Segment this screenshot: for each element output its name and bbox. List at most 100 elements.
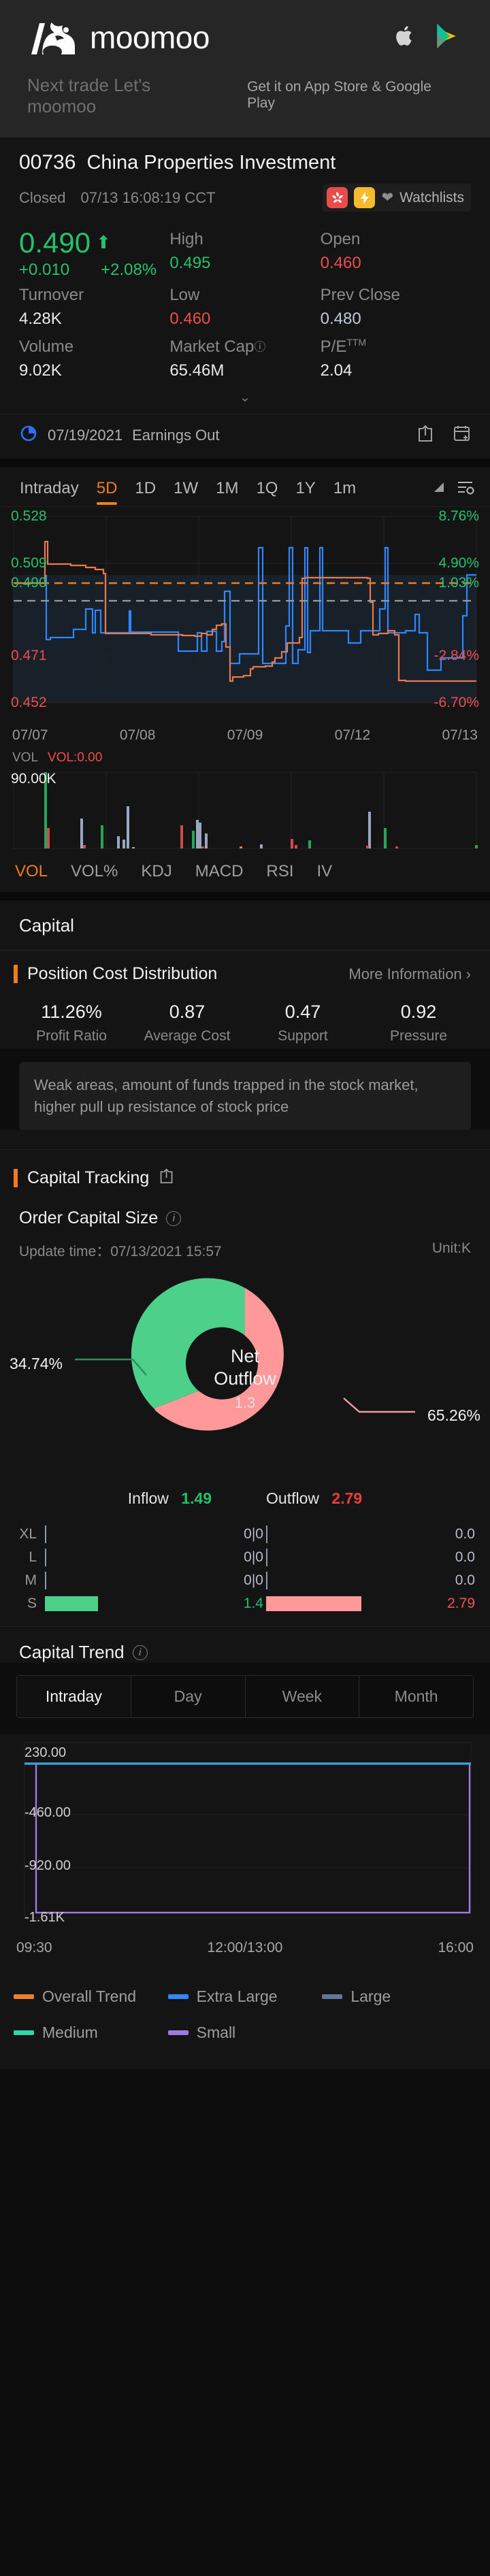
pct-y-tick-4: -2.84%: [434, 648, 479, 664]
expand-corner-icon[interactable]: [431, 480, 446, 498]
x-tick: 07/12: [334, 727, 371, 744]
price-y-tick-mid: 0.490: [11, 575, 47, 591]
stat-label: Average Cost: [144, 1028, 231, 1044]
earnings-date: 07/19/2021: [48, 426, 123, 444]
info-icon[interactable]: i: [166, 1210, 182, 1226]
tab-intraday[interactable]: Intraday: [11, 476, 88, 506]
watchlist-group[interactable]: ❤ Watchlists: [323, 184, 471, 212]
apple-icon[interactable]: [395, 24, 415, 52]
legend-swatch: [167, 2030, 189, 2036]
bar-category: M: [24, 1572, 37, 1589]
tab-1w[interactable]: 1W: [165, 476, 207, 506]
inflow-value: 1.49: [181, 1489, 212, 1508]
indicator-rsi[interactable]: RSI: [266, 862, 293, 881]
symbol-code: 00736: [19, 151, 76, 174]
bar-inflow: [45, 1525, 213, 1544]
calendar-add-icon[interactable]: [453, 424, 471, 446]
chart-period-tabs[interactable]: Intraday 5D 1D 1W 1M 1Q 1Y 1m: [0, 467, 490, 506]
more-information-link[interactable]: More Information ›: [348, 965, 471, 983]
bar-mid-label: 0|0: [244, 1526, 263, 1542]
earnings-actions[interactable]: [416, 424, 471, 446]
bar-category: S: [27, 1596, 37, 1612]
store-badges[interactable]: [395, 23, 463, 52]
volume-bar-chart[interactable]: 90.00K: [0, 768, 490, 856]
more-information-label[interactable]: More Information: [348, 965, 461, 983]
stat-value: 0.92: [400, 1002, 437, 1023]
earnings-row[interactable]: 07/19/2021 Earnings Out: [0, 414, 490, 459]
tab-1y[interactable]: 1Y: [287, 476, 324, 506]
store-cta-text[interactable]: Get it on App Store & Google Play: [247, 79, 463, 112]
indicator-macd[interactable]: MACD: [195, 862, 244, 881]
company-name: China Properties Investment: [86, 152, 336, 174]
price-y-tick-4: 0.471: [11, 648, 47, 664]
metric-value: 0.460: [320, 254, 361, 273]
price-metrics-grid: 0.490 ⬆ +0.010 +2.08% High 0.495 Open 0.…: [19, 227, 471, 384]
chevron-right-icon[interactable]: ›: [466, 965, 471, 983]
position-cost-note: Weak areas, amount of funds trapped in t…: [19, 1062, 471, 1131]
metric-volume: Volume 9.02K: [19, 334, 169, 384]
info-icon[interactable]: ⓘ: [254, 341, 265, 354]
tab-5d[interactable]: 5D: [88, 476, 127, 506]
volume-header: VOL VOL:0.00: [0, 744, 490, 768]
indicator-tabs[interactable]: VOL VOL% KDJ MACD RSI IV: [0, 855, 490, 892]
google-play-icon[interactable]: [434, 23, 459, 52]
position-cost-stats: 11.26% Profit Ratio 0.87 Average Cost 0.…: [0, 989, 490, 1049]
metric-label: P/E: [320, 337, 347, 357]
legend-large: Large: [322, 1987, 476, 2006]
trend-tab-month[interactable]: Month: [359, 1676, 473, 1717]
bar-mid-label: 1.4: [243, 1596, 263, 1612]
indicator-kdj[interactable]: KDJ: [141, 862, 172, 881]
indicator-volpct[interactable]: VOL%: [71, 862, 118, 881]
brand-logo-group: moomoo: [27, 18, 210, 57]
capital-trend-tabs[interactable]: Intraday Day Week Month: [16, 1675, 474, 1719]
last-price: 0.490: [19, 227, 91, 259]
metric-label: High: [169, 230, 203, 248]
status-row: Closed 07/13 16:08:19 CCT ❤ Watchlists: [19, 184, 471, 212]
tab-1q[interactable]: 1Q: [247, 476, 287, 506]
market-status: Closed: [19, 188, 66, 206]
stat-average-cost: 0.87 Average Cost: [129, 1002, 245, 1044]
tab-1m[interactable]: 1M: [207, 476, 247, 506]
trend-tab-day[interactable]: Day: [131, 1676, 246, 1718]
bar-category: XL: [19, 1526, 37, 1542]
stat-label: Support: [278, 1028, 328, 1044]
indicator-iv[interactable]: IV: [316, 862, 332, 881]
chart-tools[interactable]: [431, 478, 479, 506]
x-tick: 07/07: [12, 727, 48, 744]
tab-1d[interactable]: 1D: [126, 476, 165, 506]
bar-outflow: [266, 1572, 434, 1590]
order-size-breakdown-bars: XL 0|0 0.0 L 0|0 0.0 M 0|0 0.0 S 1.4 2.7…: [0, 1520, 490, 1627]
stat-label: Profit Ratio: [36, 1028, 107, 1044]
capital-trend-chart[interactable]: 230.00 -460.00 -920.00 -1.61K: [0, 1734, 490, 1939]
trend-y-tick-1: -460.00: [24, 1805, 71, 1821]
spacer: [0, 1130, 490, 1150]
trend-tab-intraday[interactable]: Intraday: [17, 1676, 131, 1718]
heart-icon[interactable]: ❤: [381, 189, 393, 206]
expand-metrics-button[interactable]: ⌄: [19, 384, 471, 410]
info-icon[interactable]: i: [132, 1645, 148, 1660]
order-capital-size-label: Order Capital Size: [19, 1208, 159, 1228]
x-tick: 07/09: [227, 727, 263, 744]
bar-outflow: [266, 1596, 434, 1612]
chart-settings-icon[interactable]: [456, 478, 475, 499]
trend-tab-week[interactable]: Week: [246, 1676, 360, 1718]
share-icon[interactable]: [159, 1168, 175, 1188]
price-line-chart[interactable]: 0.528 8.76% 0.509 4.90% 0.490 1.03% 0.47…: [0, 507, 490, 725]
trend-x-tick: 12:00/13:00: [207, 1940, 283, 1956]
price-chart-x-axis: 07/07 07/08 07/09 07/12 07/13: [0, 725, 490, 744]
watchlist-label[interactable]: Watchlists: [399, 190, 464, 206]
metric-turnover: Turnover 4.28K: [19, 282, 169, 333]
x-tick: 07/08: [119, 727, 156, 744]
order-capital-size-row: Order Capital Size i: [0, 1192, 490, 1229]
volume-max-label: 90.00K: [11, 771, 56, 787]
trend-x-tick: 16:00: [438, 1940, 474, 1956]
price-y-tick-2: 0.509: [11, 555, 47, 572]
share-icon[interactable]: [416, 424, 435, 446]
tab-1min[interactable]: 1m: [325, 476, 365, 506]
stat-support: 0.47 Support: [245, 1002, 361, 1044]
legend-label: Small: [196, 2024, 236, 2042]
indicator-vol[interactable]: VOL: [15, 862, 48, 881]
capital-trend-title: Capital Trend: [19, 1642, 125, 1663]
bar-inflow: [45, 1549, 213, 1567]
update-time-row: Update time：07/13/2021 15:57 Unit:K: [0, 1228, 490, 1261]
